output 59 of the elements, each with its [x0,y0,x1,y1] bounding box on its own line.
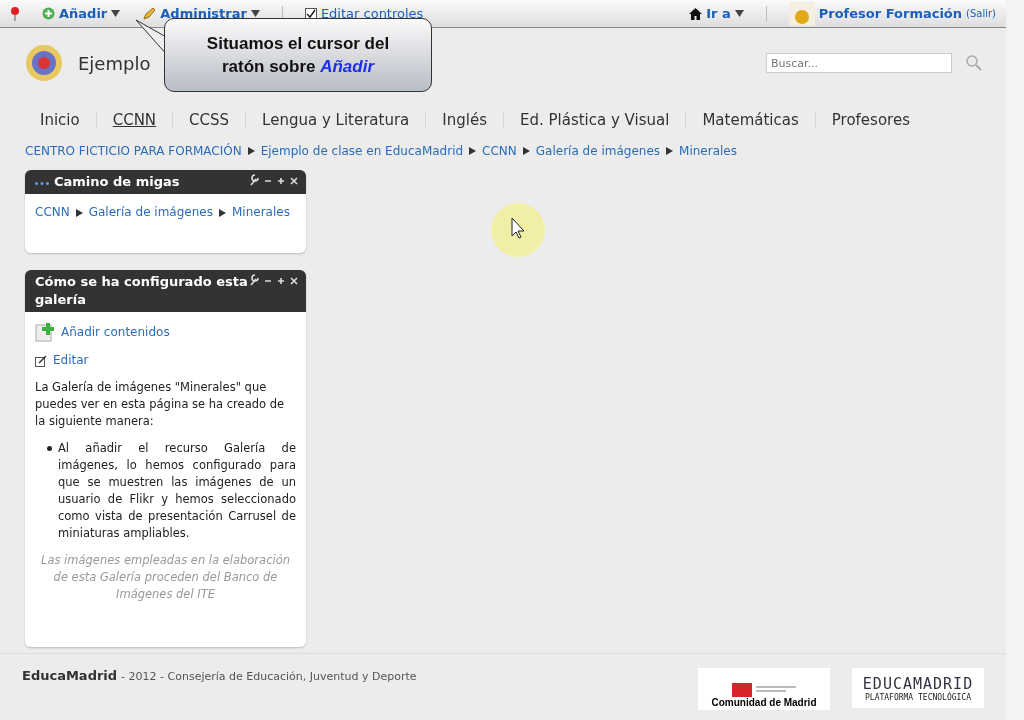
callout-text: Situamos el cursor del [206,33,390,55]
logo-text: EDUCAMADRID [862,674,974,693]
logo-text: Comunidad de Madrid [711,697,817,708]
callout-text: ratón sobre Añadir [221,56,375,78]
pin-icon [10,5,20,22]
intro-text: La Galería de imágenes "Minerales" que puedes ver en esta página se ha creado de la siguiente manera: [35,379,286,430]
user-link[interactable]: Profesor Formación [818,6,963,21]
toolbar-link[interactable]: Administrar [142,6,260,21]
avatar-icon [788,1,815,26]
arrow-icon [75,208,83,217]
caret-icon [734,10,744,17]
nav-tab[interactable]: Ed. Plástica y Visual [502,111,686,129]
goto-menu[interactable]: Ir a [689,6,744,21]
wrench-icon[interactable] [249,273,259,287]
nav-tab[interactable]: Inglés [425,111,503,129]
wrench-icon[interactable] [249,173,259,187]
dots-icon [35,182,49,185]
nav-tab[interactable]: Inicio [24,111,96,129]
add-document-icon [35,322,55,342]
caret-icon [111,10,121,17]
nav-tab[interactable]: Lengua y Literatura [245,111,426,129]
bullet-icon [47,446,52,451]
breadcrumb-link[interactable]: Galería de imágenes [88,204,213,221]
footer-brand: EducaMadrid [22,668,118,683]
edit-link[interactable]: Editar [53,352,89,369]
toolbar-link[interactable]: Añadir [42,6,121,21]
flag-emblem-drawing [732,683,796,697]
credit-note: Las imágenes empleadas en la elaboración de esta Galería proceden del Banco de Imágenes del ITE [40,552,291,603]
edit-icon [35,354,47,367]
cursor-highlight-drawing [490,202,546,258]
pencil-icon [142,6,157,21]
logo-caption: PLATAFORMA TECNOLÓGICA [865,692,971,702]
nav-tab[interactable]: Matemáticas [685,111,815,129]
breadcrumb-link[interactable]: Minerales [231,204,290,221]
arrow-icon [218,208,226,217]
school-logo-icon [24,43,64,83]
arrow-icon [247,147,255,155]
site-title: Ejemplo [78,52,151,74]
breadcrumb-link[interactable]: CCNN [482,144,517,158]
panel-title: Cómo se ha configurado esta galería [35,273,249,309]
breadcrumb-link[interactable]: Galería de imágenes [535,144,661,158]
add-content-link[interactable]: Añadir contenidos [61,323,170,341]
panel-title: Camino de migas [54,173,181,191]
breadcrumb-link[interactable]: CENTRO FICTICIO PARA FORMACIÓN [25,144,242,158]
arrow-icon [522,147,530,155]
plus-circle-icon [42,7,55,20]
footer-text: - 2012 - Consejería de Educación, Juventud y Deporte [121,670,417,683]
arrow-icon [469,147,477,155]
logout-link[interactable]: (Salir) [966,8,996,19]
search-field[interactable]: Buscar... [766,53,952,73]
nav-tab[interactable]: CCNN [95,111,173,129]
breadcrumb-link[interactable]: Ejemplo de clase en EducaMadrid [260,144,464,158]
home-icon [689,7,703,20]
list-item: Al añadir el recurso Galería de imágenes, lo hemos configurado para que se muestren las imágenes de un usuario de Flikr y hemos seleccionado como vista de presentación Carrusel de miniaturas ampliables. [58,440,296,542]
breadcrumb-link[interactable]: Minerales [679,144,737,158]
arrow-icon [666,147,674,155]
nav-tab[interactable]: Profesores [814,111,926,129]
breadcrumb-link[interactable]: CCNN [35,204,70,221]
nav-tab[interactable]: CCSS [172,111,246,129]
